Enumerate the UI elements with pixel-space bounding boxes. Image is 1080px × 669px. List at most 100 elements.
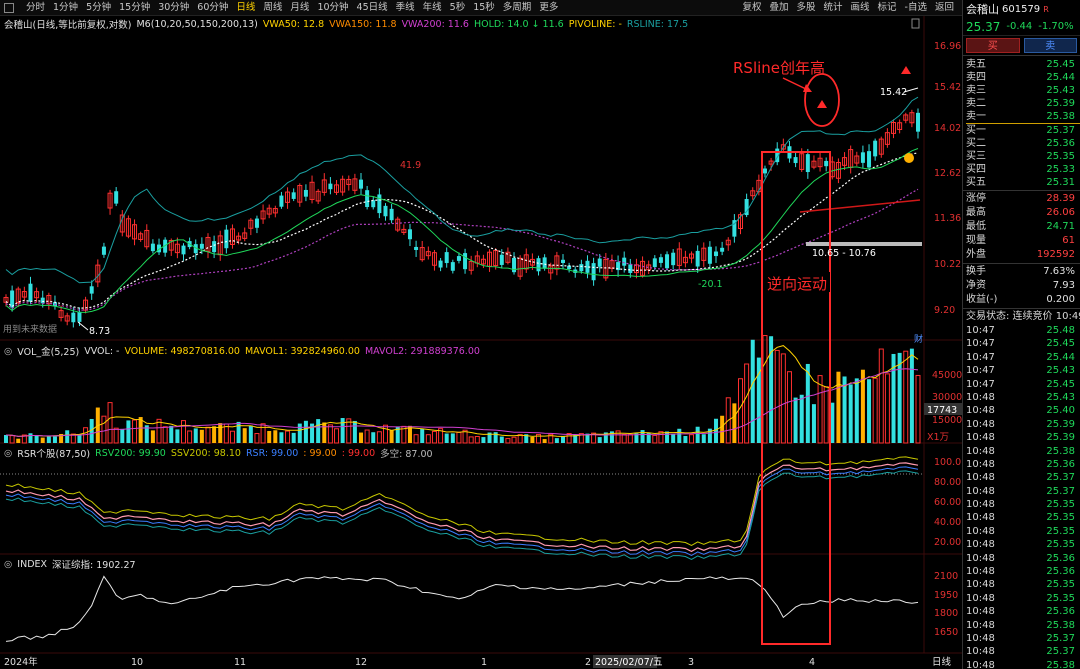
stat-row-1: 最高 26.06 (963, 206, 1080, 220)
tick-row: 10:48 25.36 (963, 605, 1080, 618)
tick-price: 25.38 (1046, 445, 1075, 457)
volume-bar (867, 379, 872, 443)
stat2-row-0: 换手 7.63% (963, 265, 1080, 279)
peak-price-label: 15.42 (880, 87, 907, 98)
volume-bar (205, 426, 211, 444)
tick-price: 25.48 (1046, 325, 1075, 336)
volume-bar (322, 422, 327, 443)
ask-row-4: 卖一 25.38 (963, 110, 1080, 123)
index-tick-label: 2100 (934, 571, 958, 582)
bid-row-4-label: 买五 (966, 177, 986, 188)
bid-row-4: 买五 25.31 (963, 176, 1080, 189)
volume-bar (199, 429, 204, 443)
volume-bar (291, 432, 296, 443)
kline-chart[interactable]: 16.96 15.42 14.02 12.62 11.36 10.22 9.20 45000 3… (0, 0, 962, 669)
bid-row-0-label: 买一 (966, 125, 986, 136)
bid-book: 买一 25.37 买二 25.36 买三 25.35 买四 25.33 买五 25.31 (963, 124, 1080, 189)
stat-row-2-value: 24.71 (1046, 221, 1075, 232)
candle-body (665, 254, 670, 269)
bid-row-0: 买一 25.37 (963, 124, 1080, 137)
volume-bar (621, 434, 627, 444)
tick-price: 25.36 (1046, 566, 1075, 578)
stock-code: 601579 (1002, 3, 1041, 15)
volume-bar (340, 418, 345, 443)
volume-bar (218, 423, 223, 443)
tick-price: 25.39 (1046, 432, 1075, 444)
volume-bar (242, 428, 247, 443)
candle-body (860, 152, 865, 163)
quote-panel: 会稽山 601579 R 25.37 -0.44 -1.70% 买 卖 卖五 25… (962, 0, 1080, 669)
tick-row: 10:48 25.36 (963, 565, 1080, 578)
tick-time: 10:48 (966, 418, 995, 430)
tick-price: 25.35 (1046, 579, 1075, 591)
time-tick-label: 1 (481, 657, 487, 668)
volume-bar (878, 348, 884, 444)
ask-row-2-value: 25.43 (1046, 85, 1075, 96)
volume-bar (267, 431, 272, 443)
tick-time: 10:48 (966, 552, 995, 564)
tick-price: 25.35 (1046, 512, 1075, 524)
tick-price: 25.38 (1046, 659, 1075, 669)
time-tick-label: 12 (355, 657, 367, 668)
tick-price: 25.37 (1046, 632, 1075, 644)
volume-bar (4, 435, 8, 443)
candle-body (597, 258, 602, 267)
tick-time: 10:48 (966, 499, 995, 511)
tick-price: 25.35 (1046, 525, 1075, 537)
tick-price: 25.45 (1046, 338, 1075, 350)
tick-row: 10:48 25.35 (963, 592, 1080, 605)
candle-body (438, 260, 443, 268)
ask-row-4-value: 25.38 (1046, 111, 1075, 122)
time-tick-label: 10 (131, 657, 143, 668)
time-axis-mode: 日线 (932, 656, 952, 668)
volume-bar (260, 423, 266, 444)
tick-list[interactable]: 10:47 25.48 10:47 25.45 10:47 25.44 10:47 25.43… (963, 324, 1080, 669)
candle-body (720, 247, 725, 252)
tick-row: 10:48 25.35 (963, 498, 1080, 511)
volume-bar (530, 437, 535, 443)
tick-row: 10:48 25.43 (963, 391, 1080, 404)
tick-row: 10:47 25.43 (963, 364, 1080, 377)
tick-time: 10:48 (966, 632, 995, 644)
tick-time: 10:47 (966, 325, 995, 336)
rsr-tick-label: 60.00 (934, 497, 961, 508)
volume-bar (909, 348, 914, 443)
volume-bar (273, 430, 278, 443)
candle-body (254, 218, 259, 228)
bid-row-1-value: 25.36 (1046, 138, 1075, 149)
volume-bar (236, 421, 241, 443)
candle-body (707, 246, 712, 264)
support-band (806, 242, 922, 246)
volume-bar (52, 436, 57, 443)
panel-dividers (0, 16, 962, 654)
tick-price: 25.44 (1046, 351, 1075, 363)
volume-bar (499, 436, 504, 443)
volume-bar (689, 434, 695, 444)
ask-row-3-value: 25.39 (1046, 98, 1075, 109)
axes: 16.96 15.42 14.02 12.62 11.36 10.22 9.20 45000 3… (4, 41, 962, 668)
index-tick-label: 1800 (934, 608, 958, 619)
tick-row: 10:48 25.37 (963, 632, 1080, 645)
volume-bar (175, 429, 180, 443)
peak-up-arrow-icon (901, 66, 911, 74)
stat-row-0: 涨停 28.39 (963, 192, 1080, 206)
volume-bar (701, 434, 706, 443)
time-tick-label: 2024年 (4, 656, 38, 668)
tick-row: 10:48 25.37 (963, 645, 1080, 658)
rsr-tick-label: 40.00 (934, 517, 961, 528)
candle-body (71, 312, 76, 323)
volume-bar (811, 404, 816, 443)
volume-bar (468, 436, 474, 444)
volume-bar (542, 439, 547, 443)
stat2-row-2: 收益(-) 0.200 (963, 293, 1080, 307)
stat-row-4-value: 192592 (1036, 249, 1075, 260)
volume-bar (212, 426, 217, 443)
candle-body (181, 245, 186, 255)
sell-button[interactable]: 卖 (1023, 38, 1077, 53)
candle-body (873, 140, 878, 157)
volume-bar (425, 434, 431, 444)
buy-button[interactable]: 买 (966, 38, 1020, 53)
tick-time: 10:48 (966, 391, 995, 403)
volume-bar (714, 418, 719, 443)
dip-value-label: -20.1 (698, 279, 723, 290)
